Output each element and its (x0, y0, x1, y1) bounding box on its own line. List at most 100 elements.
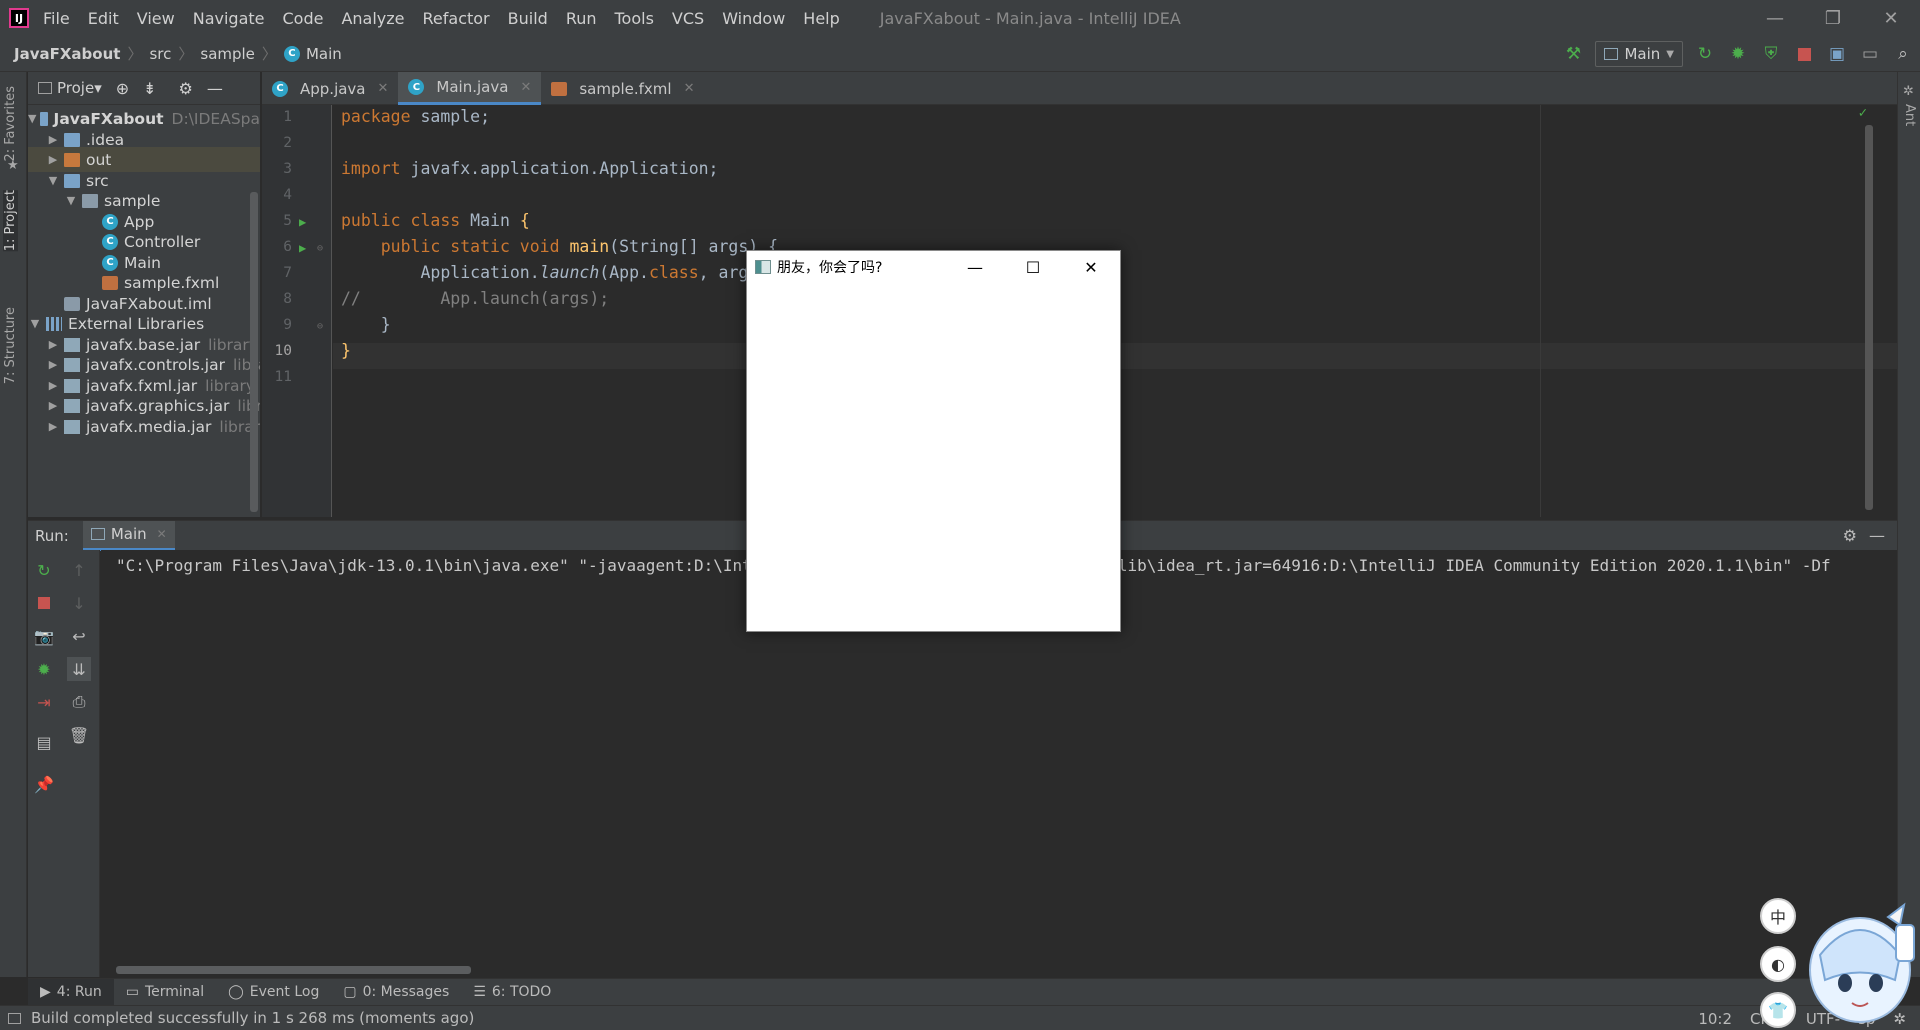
camera-icon[interactable]: 📷 (32, 624, 56, 648)
presentation-mode-icon[interactable]: ▭ (1859, 43, 1881, 65)
ime-chinese-button[interactable]: 中 (1760, 898, 1796, 934)
tree-item-label: Main (124, 253, 162, 272)
breadcrumb-sample[interactable]: sample (200, 45, 255, 63)
scroll-to-end-icon[interactable]: ⇊ (67, 657, 91, 681)
close-tab-icon[interactable]: ✕ (684, 81, 695, 96)
close-tab-icon[interactable]: ✕ (157, 527, 167, 541)
tool-tab-label: Event Log (249, 984, 320, 1000)
run-tab-main[interactable]: Main ✕ (82, 520, 175, 551)
debug-bug-icon[interactable]: ✹ (1727, 43, 1749, 65)
expand-arrow-icon[interactable]: ▶ (46, 338, 60, 351)
menu-analyze[interactable]: Analyze (341, 9, 404, 28)
stop-icon[interactable] (32, 591, 56, 615)
expand-arrow-icon[interactable]: ▼ (28, 317, 42, 330)
tool-tab-messages[interactable]: ▢ 0: Messages (331, 979, 461, 1006)
expand-arrow-icon[interactable]: ▶ (46, 133, 60, 146)
fxml-file-icon (102, 275, 118, 290)
project-view-selector[interactable]: Proje▾ (38, 79, 102, 97)
menu-navigate[interactable]: Navigate (193, 9, 265, 28)
tool-tab-todo[interactable]: ☰ 6: TODO (461, 979, 563, 1006)
exit-icon[interactable]: ⇥ (32, 690, 56, 714)
menu-help[interactable]: Help (803, 9, 839, 28)
tool-tab-terminal[interactable]: ▭ Terminal (114, 979, 216, 1006)
expand-arrow-icon[interactable]: ▶ (46, 379, 60, 392)
gear-icon[interactable]: ⚙ (179, 79, 193, 98)
breadcrumb-project[interactable]: JavaFXabout (14, 45, 120, 63)
console-horizontal-scrollbar[interactable] (116, 966, 471, 974)
fx-maximize-button[interactable]: ☐ (1004, 251, 1062, 283)
expand-arrow-icon[interactable]: ▼ (46, 174, 60, 187)
close-tab-icon[interactable]: ✕ (520, 80, 531, 95)
tab-app-java[interactable]: C App.java ✕ (262, 72, 398, 105)
menu-build[interactable]: Build (508, 9, 548, 28)
fold-marker-icon[interactable]: ⊖ (317, 243, 323, 254)
tree-item-jar[interactable]: ▶ javafx.media.jar library (46, 414, 260, 439)
minimize-button[interactable]: — (1746, 0, 1804, 36)
tool-tab-event-log[interactable]: ◯ Event Log (216, 979, 331, 1006)
tab-main-java[interactable]: C Main.java ✕ (398, 72, 542, 105)
expand-arrow-icon[interactable]: ▶ (46, 420, 60, 433)
run-gutter-icon[interactable]: ▶ (299, 215, 306, 229)
down-arrow-icon[interactable]: ↓ (67, 591, 91, 615)
run-configuration-selector[interactable]: Main ▼ (1595, 41, 1683, 67)
trash-icon[interactable]: 🗑 (67, 723, 91, 747)
pin-icon[interactable]: 📌 (32, 772, 56, 796)
fold-marker-icon[interactable]: ⊖ (317, 321, 323, 332)
status-message[interactable]: Build completed successfully in 1 s 268 … (31, 1009, 474, 1027)
tool-tab-project[interactable]: 1: Project (3, 190, 18, 252)
menu-view[interactable]: View (137, 9, 175, 28)
gear-icon[interactable]: ⚙ (1843, 526, 1857, 545)
expand-arrow-icon[interactable]: ▶ (46, 358, 60, 371)
expand-arrow-icon[interactable]: ▶ (46, 399, 60, 412)
expand-arrow-icon[interactable]: ▼ (28, 112, 36, 125)
restore-button[interactable]: ❐ (1804, 0, 1862, 36)
project-structure-icon[interactable]: ▣ (1826, 43, 1848, 65)
fx-title-bar[interactable]: 朋友，你会了吗? — ☐ ✕ (747, 251, 1120, 283)
tab-sample-fxml[interactable]: sample.fxml ✕ (541, 72, 704, 105)
toggle-tool-windows-icon[interactable] (8, 1012, 21, 1024)
locate-crosshair-icon[interactable]: ⊕ (116, 79, 129, 98)
search-icon[interactable]: ⌕ (1892, 43, 1914, 65)
menu-tools[interactable]: Tools (615, 9, 654, 28)
menu-code[interactable]: Code (283, 9, 324, 28)
menu-edit[interactable]: Edit (88, 9, 119, 28)
hide-panel-icon[interactable]: — (1869, 526, 1885, 545)
close-button[interactable]: ✕ (1862, 0, 1920, 36)
menu-window[interactable]: Window (722, 9, 785, 28)
expand-arrow-icon[interactable]: ▼ (64, 194, 78, 207)
project-scrollbar[interactable] (250, 192, 258, 512)
menu-refactor[interactable]: Refactor (423, 9, 490, 28)
tool-tab-run[interactable]: ▶ 4: Run (28, 978, 114, 1006)
tool-tab-favorites[interactable]: 2: Favorites (3, 86, 18, 162)
rerun-icon[interactable]: ↻ (1694, 43, 1716, 65)
build-hammer-icon[interactable]: ⚒ (1562, 43, 1584, 65)
caret-position[interactable]: 10:2 (1698, 1010, 1732, 1028)
rerun-icon[interactable]: ↻ (32, 558, 56, 582)
run-with-coverage-icon[interactable]: ⛨ (1760, 43, 1782, 65)
tool-tab-ant[interactable]: Ant (1902, 104, 1917, 126)
close-tab-icon[interactable]: ✕ (378, 81, 389, 96)
menu-vcs[interactable]: VCS (672, 9, 704, 28)
menu-run[interactable]: Run (566, 9, 597, 28)
expand-arrow-icon[interactable]: ▶ (46, 153, 60, 166)
menu-file[interactable]: File (43, 9, 70, 28)
tool-tab-structure[interactable]: 7: Structure (3, 307, 18, 384)
up-arrow-icon[interactable]: ↑ (67, 558, 91, 582)
print-icon[interactable]: ⎙ (67, 690, 91, 714)
collapse-all-icon[interactable]: ⇟ (143, 79, 156, 98)
breadcrumb-main[interactable]: Main (306, 45, 342, 63)
run-gutter-icon[interactable]: ▶ (299, 241, 306, 255)
class-icon: C (408, 79, 425, 95)
soft-wrap-icon[interactable]: ↩ (67, 624, 91, 648)
stop-icon[interactable] (1793, 43, 1815, 65)
inspection-ok-check-icon[interactable]: ✓ (1859, 105, 1867, 121)
fx-close-button[interactable]: ✕ (1062, 251, 1120, 283)
layout-icon[interactable]: ▤ (32, 730, 56, 754)
fx-minimize-button[interactable]: — (946, 251, 1004, 283)
editor-scrollbar[interactable] (1865, 125, 1873, 510)
overlay-settings-button[interactable]: ◐ (1760, 946, 1796, 982)
skin-button[interactable]: 👕 (1760, 992, 1796, 1028)
breadcrumb-src[interactable]: src (149, 45, 171, 63)
hide-panel-icon[interactable]: — (207, 79, 223, 98)
debug-bug-icon[interactable]: ✹ (32, 657, 56, 681)
